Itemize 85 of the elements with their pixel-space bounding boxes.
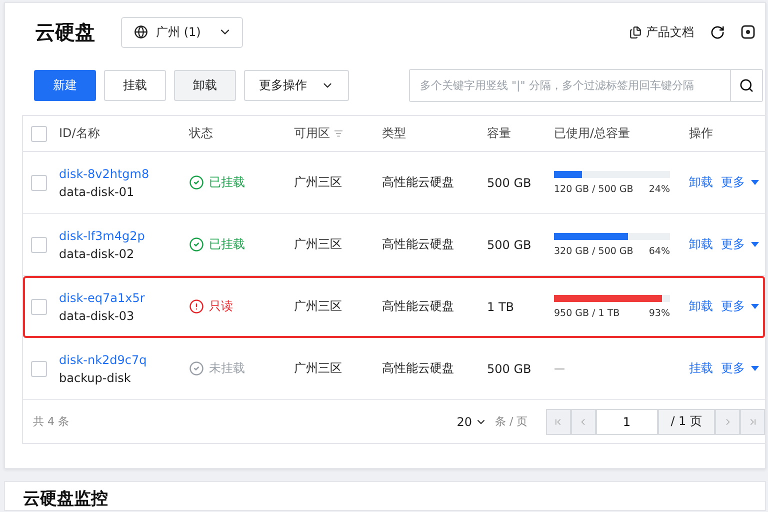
- disk-name: data-disk-03: [59, 308, 136, 322]
- status-label: 未挂载: [189, 360, 294, 377]
- type-cell-text: 高性能云硬盘: [382, 298, 455, 315]
- checkbox[interactable]: [31, 298, 47, 314]
- capacity-cell-text: 1 TB: [487, 300, 516, 314]
- next-page-button[interactable]: [715, 408, 740, 434]
- first-page-button[interactable]: [546, 408, 571, 434]
- check-circle-icon: [189, 175, 204, 190]
- capacity-cell-text: 500 GB: [487, 238, 532, 252]
- page-input[interactable]: 1: [596, 408, 658, 434]
- page-size-unit: 条 / 页: [494, 414, 528, 429]
- globe-icon: [134, 25, 148, 39]
- capacity-cell-text: 500 GB: [487, 176, 532, 190]
- disk-id-link[interactable]: disk-8v2htgm8: [59, 166, 189, 180]
- last-page-button[interactable]: [740, 408, 765, 434]
- usage-percent: 24%: [648, 184, 670, 194]
- toolbar-button[interactable]: 卸载: [174, 70, 236, 101]
- capacity-cell-text: 500 GB: [487, 362, 532, 376]
- action-link[interactable]: 挂载: [689, 360, 713, 377]
- usage-percent: 93%: [648, 308, 670, 318]
- type-cell-text: 高性能云硬盘: [382, 360, 455, 377]
- caret-icon: [751, 304, 759, 309]
- usage-percent: 64%: [648, 246, 670, 256]
- action-link[interactable]: 卸载: [689, 174, 713, 191]
- page-count: / 1 页: [658, 408, 715, 434]
- usage-text: 320 GB / 500 GB: [554, 246, 634, 256]
- column-header: 操作: [689, 125, 714, 142]
- column-header: 状态: [189, 125, 214, 142]
- filter-icon[interactable]: [334, 129, 343, 138]
- column-header: ID/名称: [59, 125, 101, 142]
- action-link[interactable]: 更多: [721, 298, 759, 315]
- disk-id-link[interactable]: disk-lf3m4g2p: [59, 228, 189, 242]
- action-link[interactable]: 更多: [721, 236, 759, 253]
- type-cell-text: 高性能云硬盘: [382, 236, 455, 253]
- search-field[interactable]: 多个关键字用竖线 "|" 分隔，多个过滤标签用回车键分隔: [409, 69, 763, 102]
- action-link[interactable]: 卸载: [689, 298, 713, 315]
- disk-name: data-disk-02: [59, 246, 136, 260]
- zone-cell-text: 广州三区: [294, 360, 343, 377]
- disk-id-link[interactable]: disk-eq7a1x5r: [59, 290, 189, 304]
- column-header: 可用区: [294, 125, 382, 142]
- documents-icon: [629, 26, 642, 38]
- first-page-icon: [553, 416, 564, 426]
- search-button[interactable]: [730, 70, 762, 101]
- checkbox[interactable]: [31, 174, 47, 190]
- section-title: 云硬盘监控: [23, 488, 109, 510]
- action-link[interactable]: 更多: [721, 174, 759, 191]
- disk-id-link[interactable]: disk-nk2d9c7q: [59, 352, 189, 366]
- search-icon: [739, 78, 754, 93]
- disk-name: backup-disk: [59, 370, 132, 384]
- check-circle-icon: [189, 237, 204, 252]
- action-link[interactable]: 卸载: [689, 236, 713, 253]
- action-link[interactable]: 更多: [721, 360, 759, 377]
- toolbar-button[interactable]: 挂载: [104, 70, 166, 101]
- docs-link[interactable]: 产品文档: [629, 24, 694, 40]
- column-header: 容量: [487, 125, 512, 142]
- alert-circle-icon: [189, 299, 204, 314]
- region-select[interactable]: 广州 (1): [121, 16, 243, 48]
- toolbar-button[interactable]: 新建: [34, 70, 96, 101]
- caret-icon: [751, 242, 759, 247]
- status-label: 只读: [189, 298, 294, 315]
- zone-cell-text: 广州三区: [294, 298, 343, 315]
- check-circle-icon: [189, 361, 204, 376]
- empty-usage: —: [554, 362, 566, 375]
- checkbox[interactable]: [31, 126, 47, 142]
- refresh-icon[interactable]: [710, 24, 725, 40]
- page-size-select[interactable]: 20: [456, 414, 487, 428]
- last-page-icon: [748, 416, 758, 426]
- total-count: 共 4 条: [33, 414, 69, 429]
- usage-text: 120 GB / 500 GB: [554, 184, 634, 194]
- status-label: 已挂载: [189, 174, 294, 191]
- checkbox[interactable]: [31, 360, 47, 376]
- prev-page-button[interactable]: [570, 408, 596, 434]
- status-label: 已挂载: [189, 236, 294, 253]
- caret-icon: [751, 180, 759, 185]
- column-header: 已使用/总容量: [554, 125, 632, 142]
- zone-cell-text: 广州三区: [294, 236, 343, 253]
- column-header: 类型: [382, 125, 407, 142]
- zone-cell-text: 广州三区: [294, 174, 343, 191]
- toolbar-button[interactable]: 更多操作: [244, 70, 349, 101]
- caret-icon: [751, 366, 759, 371]
- checkbox[interactable]: [31, 236, 47, 252]
- disk-name: data-disk-01: [59, 184, 136, 198]
- page-title: 云硬盘: [35, 18, 95, 46]
- usage-text: 950 GB / 1 TB: [554, 308, 620, 318]
- type-cell-text: 高性能云硬盘: [382, 174, 455, 191]
